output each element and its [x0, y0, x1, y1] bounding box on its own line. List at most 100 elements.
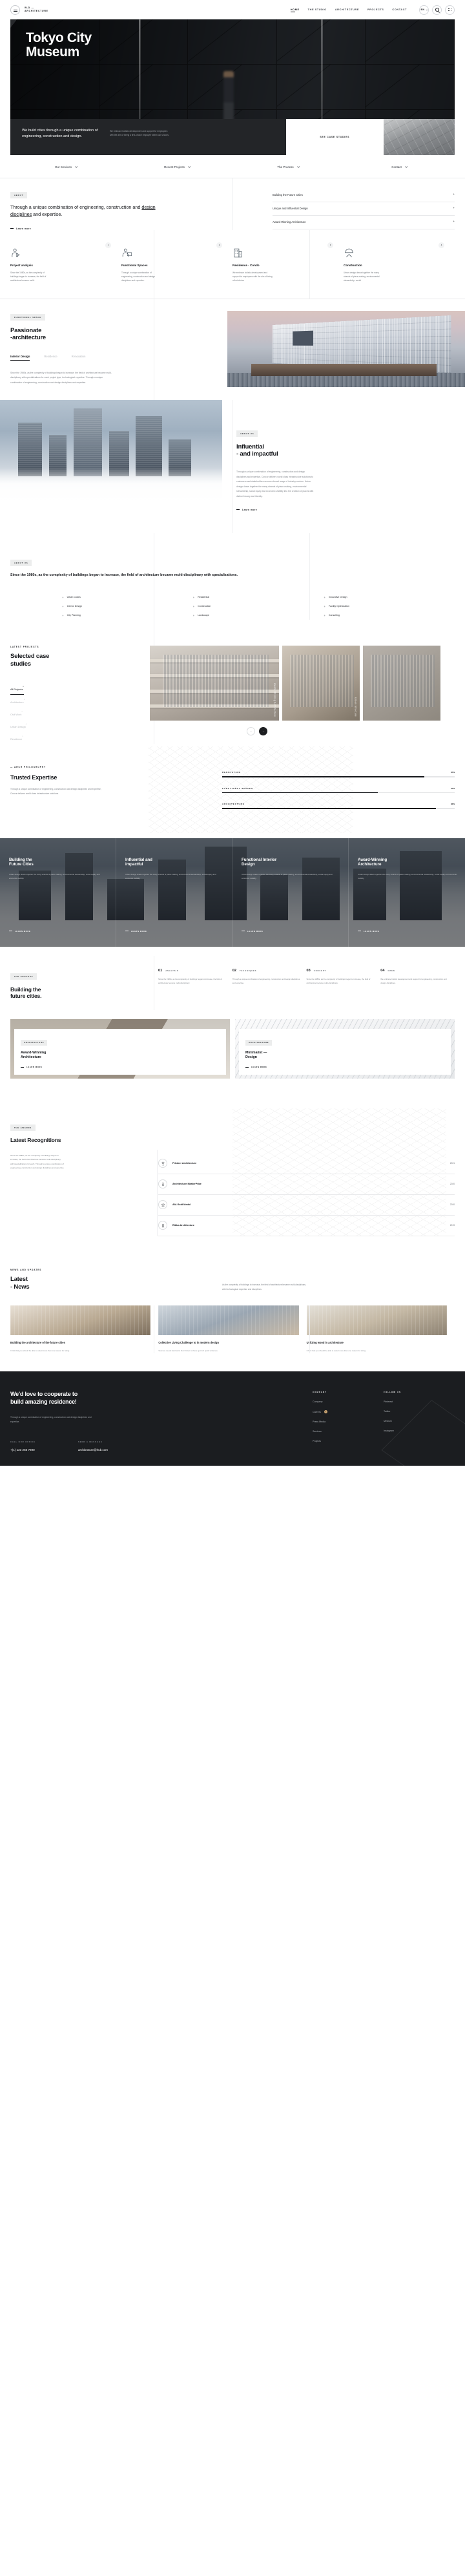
influential-heading-line2: - and impactful	[236, 450, 278, 458]
filter-urban-design[interactable]: Urban Design4	[10, 722, 26, 732]
award-row-ribba[interactable]: Ribba Architecture 2019	[158, 1216, 455, 1237]
call-value[interactable]: +(1) 123 256 7890	[10, 1448, 36, 1452]
spec-item-city-planning[interactable]: + City Planning	[62, 611, 193, 620]
see-case-studies-link[interactable]: SEE CASE STUDIES	[320, 136, 349, 138]
spec-item-landscape[interactable]: + Landscape	[193, 611, 324, 620]
accordion-item-building-future-cities[interactable]: Building the Future Cities +	[273, 189, 455, 202]
service-card-residence-condo[interactable]: 3 Residence - Condo We embrace holistic …	[232, 242, 344, 283]
dark-feature-link[interactable]: LEARN MORE	[358, 930, 379, 933]
language-selector[interactable]: EN	[419, 5, 429, 15]
footer-link-pinterest[interactable]: Pinterest	[384, 1400, 455, 1403]
dark-feature-link[interactable]: LEARN MORE	[9, 930, 30, 933]
quick-link-contact[interactable]: Contact	[344, 165, 455, 169]
specializations-tag: ABOUT US	[10, 559, 32, 566]
passionate-tag: FUNCTIONAL SPACE	[10, 313, 45, 321]
feature-card-link[interactable]: LEARN MORE	[245, 1066, 444, 1068]
filter-residence[interactable]: Residence1	[10, 734, 23, 744]
dark-feature-text: Urban design draws together the many str…	[242, 873, 333, 880]
award-row-pritzker[interactable]: Pritzker Architecture 2021	[158, 1154, 455, 1175]
service-card-project-analysis[interactable]: 1 Project analysis Since the 1980s, as t…	[10, 242, 121, 283]
footer-link-label: Instagram	[384, 1430, 394, 1433]
service-card-functional-spaces[interactable]: 2 Functional Spaces Through a unique com…	[121, 242, 232, 283]
spec-label: Residential	[198, 596, 210, 599]
award-name: Pritzker Architecture	[172, 1162, 197, 1165]
feature-card-minimalist[interactable]: ARCHITECTURE Minimalist — Design LEARN MO…	[235, 1019, 455, 1079]
quick-link-recent-projects[interactable]: Recent Projects	[121, 165, 232, 169]
footer-follow-title: FOLLOW US	[384, 1391, 401, 1394]
process-heading-line2: future cities.	[10, 993, 42, 1000]
footer-link-label: Press Media	[313, 1420, 326, 1424]
case-slide-1[interactable]: Award-Winning Architecture	[150, 646, 280, 721]
spec-item-urban-codes[interactable]: + Urban Codes	[62, 593, 193, 602]
specializations-heading: Since the 1980s, as the complexity of bu…	[10, 573, 238, 577]
filter-architecture[interactable]: Architecture3	[10, 697, 25, 707]
quick-link-the-process[interactable]: The Process	[232, 165, 344, 169]
feature-card-tag: ARCHITECTURE	[245, 1040, 273, 1046]
feature-card-link[interactable]: LEARN MORE	[21, 1066, 220, 1068]
spec-item-construction[interactable]: + Construction	[193, 602, 324, 611]
hero-cta-wrap[interactable]: SEE CASE STUDIES	[285, 119, 384, 155]
slider-prev-button[interactable]: ←	[247, 727, 256, 736]
nav-item-home[interactable]: HOME	[290, 8, 300, 12]
footer-contacts: CALL OUR OFFICE +(1) 123 256 7890 SEND A…	[10, 1441, 313, 1452]
tab-residence[interactable]: Residence	[44, 355, 57, 361]
nav-item-the-studio[interactable]: THE STUDIO	[308, 8, 327, 12]
filter-all-projects[interactable]: All Projects6	[10, 684, 24, 695]
influential-tag: ABOUT US	[236, 430, 258, 437]
dark-feature-link[interactable]: LEARN MORE	[242, 930, 263, 933]
filter-civil-work[interactable]: Civil Work2	[10, 710, 23, 719]
award-row-aia-gold[interactable]: AIA Gold Medal 2020	[158, 1195, 455, 1216]
service-card-construction[interactable]: 4 Construction Urban design draws togeth…	[344, 242, 455, 283]
nav-item-architecture[interactable]: ARCHITECTURE	[335, 8, 359, 12]
case-slide-3[interactable]	[363, 646, 441, 721]
quick-link-label: The Process	[277, 165, 294, 169]
award-row-masterprize[interactable]: Architecture MasterPrize 2020	[158, 1174, 455, 1196]
footer-link-projects[interactable]: Projects	[313, 1440, 384, 1442]
tab-interior-design[interactable]: Interior Design	[10, 355, 30, 361]
footer-link-press-media[interactable]: Press Media	[313, 1420, 384, 1423]
footer-link-services[interactable]: Services	[313, 1430, 384, 1433]
footer-link-company[interactable]: Company	[313, 1400, 384, 1403]
slider-next-button[interactable]: →	[259, 727, 268, 736]
accordion-label: Unique and Influential Design	[273, 207, 308, 210]
spec-column-1: + Urban Codes + Interior Design + City Plan…	[62, 593, 193, 620]
quick-link-our-services[interactable]: Our Services	[10, 165, 121, 169]
filter-count: 3	[23, 699, 25, 701]
case-slider[interactable]: Award-Winning Architecture Urban Structu…	[150, 646, 465, 721]
spec-item-interior-design[interactable]: + Interior Design	[62, 602, 193, 611]
accordion-item-unique-influential-design[interactable]: Unique and Influential Design +	[273, 202, 455, 216]
dark-feature-influential-impactful[interactable]: Influential and impactful Urban design dr…	[116, 838, 232, 947]
tab-renovation[interactable]: Renovation	[72, 355, 86, 361]
grid-menu-button[interactable]	[445, 5, 455, 15]
logo-mark-icon	[10, 5, 20, 15]
search-button[interactable]	[432, 5, 442, 15]
nav-item-projects[interactable]: PROJECTS	[367, 8, 384, 12]
message-value[interactable]: architecture@hub.com	[78, 1448, 108, 1452]
spec-label: Interior Design	[67, 605, 82, 608]
dark-feature-link[interactable]: LEARN MORE	[125, 930, 147, 933]
spec-item-consulting[interactable]: + Consulting	[324, 611, 455, 620]
hero-info-band: We build cities through a unique combina…	[10, 119, 455, 155]
spec-item-facility-optimization[interactable]: + Facility Optimization	[324, 602, 455, 611]
service-text: We embrace holistic development and supp…	[232, 271, 273, 282]
feature-card-award-winning[interactable]: ARCHITECTURE Award-Winning Architecture L…	[10, 1019, 230, 1079]
case-slide-2[interactable]: Urban Structure	[282, 646, 360, 721]
influential-learn-more-link[interactable]: Learn more	[236, 509, 455, 511]
dark-feature-building-future-cities[interactable]: Building the Future Cities Urban design d…	[0, 838, 116, 947]
dark-feature-award-winning-architecture[interactable]: Award-Winning Architecture Urban design d…	[349, 838, 465, 947]
spec-item-residential[interactable]: + Residential	[193, 593, 324, 602]
news-card-1[interactable]: Building the architecture of the future …	[10, 1305, 158, 1353]
trophy-icon	[158, 1159, 168, 1168]
header-actions: EN	[419, 5, 455, 15]
accordion-item-award-winning-architecture[interactable]: Award-Winning Architecture +	[273, 216, 455, 229]
accordion-label: Award-Winning Architecture	[273, 220, 306, 224]
logo[interactable]: W.D — ARCHITECTURE	[10, 5, 48, 15]
dark-feature-functional-interior-design[interactable]: Functional Interior Design Urban design d…	[232, 838, 349, 947]
news-card-2[interactable]: Collective Living Challenge to in modern…	[158, 1305, 306, 1353]
page-root: W.D — ARCHITECTURE HOME THE STUDIO ARCHI…	[0, 0, 465, 1466]
spec-item-innovative-design[interactable]: + Innovative Design	[324, 593, 455, 602]
footer-link-careers[interactable]: Careers 2	[313, 1410, 384, 1414]
nav-item-contact[interactable]: CONTACT	[392, 8, 407, 12]
news-image	[306, 1305, 447, 1336]
news-card-3[interactable]: Utilizing wood in architecture I think t…	[306, 1305, 455, 1353]
